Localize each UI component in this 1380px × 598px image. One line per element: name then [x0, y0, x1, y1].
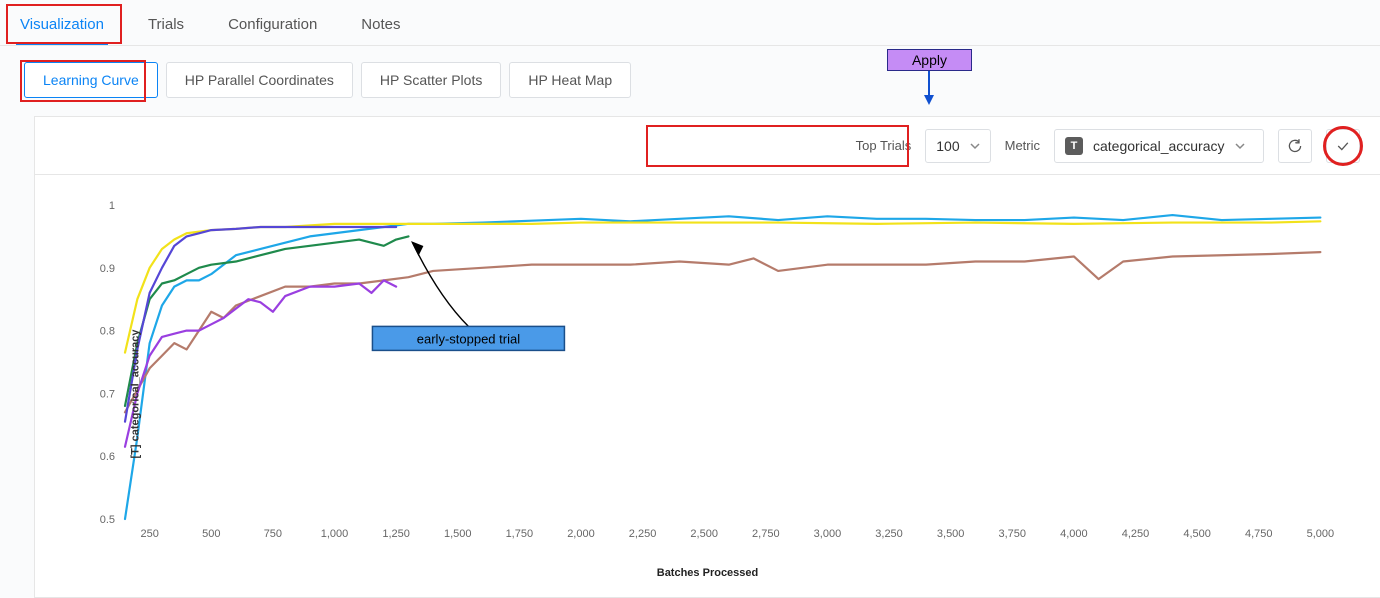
- top-trials-value: 100: [936, 138, 959, 154]
- learning-curve-chart[interactable]: 0.5 0.6 0.7 0.8 0.9 1 250 500 750 1,000 1,250 1,500…: [55, 199, 1355, 559]
- svg-text:1: 1: [109, 200, 115, 212]
- svg-text:0.7: 0.7: [100, 388, 115, 400]
- svg-text:250: 250: [140, 528, 158, 540]
- subtab-hp-scatter[interactable]: HP Scatter Plots: [361, 62, 501, 98]
- svg-text:750: 750: [264, 528, 282, 540]
- tab-configuration[interactable]: Configuration: [224, 16, 321, 45]
- svg-text:4,250: 4,250: [1122, 528, 1150, 540]
- svg-text:4,000: 4,000: [1060, 528, 1088, 540]
- check-icon: [1335, 138, 1351, 154]
- svg-text:3,250: 3,250: [875, 528, 903, 540]
- chart-toolbar: Apply Top Trials 100 Metric T categorica…: [35, 117, 1380, 175]
- x-axis-title: Batches Processed: [55, 567, 1360, 579]
- chevron-down-icon: [970, 141, 980, 151]
- svg-text:early-stopped trial: early-stopped trial: [417, 331, 520, 346]
- svg-text:2,000: 2,000: [567, 528, 595, 540]
- chart-area: [T] categorical_accuracy 0.5 0.6 0.7 0.8 0.9…: [35, 175, 1380, 597]
- svg-text:3,750: 3,750: [999, 528, 1027, 540]
- tab-notes[interactable]: Notes: [357, 16, 404, 45]
- svg-text:0.9: 0.9: [100, 263, 115, 275]
- svg-text:2,500: 2,500: [690, 528, 718, 540]
- annotation-apply-label: Apply: [887, 49, 972, 71]
- chart-panel: Apply Top Trials 100 Metric T categorica…: [34, 116, 1380, 598]
- subtab-learning-curve[interactable]: Learning Curve: [24, 62, 158, 98]
- top-trials-select[interactable]: 100: [925, 129, 990, 163]
- top-trials-label: Top Trials: [856, 138, 912, 153]
- svg-text:1,000: 1,000: [321, 528, 349, 540]
- svg-text:3,000: 3,000: [814, 528, 842, 540]
- subtab-strip: Learning Curve HP Parallel Coordinates H…: [0, 46, 1380, 98]
- svg-text:1,500: 1,500: [444, 528, 472, 540]
- svg-text:3,500: 3,500: [937, 528, 965, 540]
- tab-visualization[interactable]: Visualization: [16, 16, 108, 45]
- svg-text:0.8: 0.8: [100, 326, 115, 338]
- svg-text:4,500: 4,500: [1183, 528, 1211, 540]
- svg-text:500: 500: [202, 528, 220, 540]
- metric-select[interactable]: T categorical_accuracy: [1054, 129, 1264, 163]
- apply-button[interactable]: [1326, 129, 1360, 163]
- refresh-icon: [1287, 138, 1303, 154]
- subtab-hp-heatmap[interactable]: HP Heat Map: [509, 62, 631, 98]
- svg-text:0.5: 0.5: [100, 514, 115, 526]
- annotation-apply-arrow-icon: [922, 71, 936, 105]
- svg-text:4,750: 4,750: [1245, 528, 1273, 540]
- svg-text:1,250: 1,250: [382, 528, 410, 540]
- subtab-hp-parallel[interactable]: HP Parallel Coordinates: [166, 62, 353, 98]
- svg-text:5,000: 5,000: [1307, 528, 1335, 540]
- svg-text:2,250: 2,250: [629, 528, 657, 540]
- metric-value: categorical_accuracy: [1093, 138, 1225, 154]
- svg-text:2,750: 2,750: [752, 528, 780, 540]
- refresh-button[interactable]: [1278, 129, 1312, 163]
- annotation-apply-callout: Apply: [887, 49, 972, 105]
- metric-type-badge: T: [1065, 137, 1083, 155]
- top-tab-strip: Visualization Trials Configuration Notes: [0, 0, 1380, 46]
- svg-text:0.6: 0.6: [100, 451, 115, 463]
- y-axis-title: [T] categorical_accuracy: [130, 330, 142, 459]
- chevron-down-icon: [1235, 141, 1245, 151]
- metric-label: Metric: [1005, 138, 1040, 153]
- tab-trials[interactable]: Trials: [144, 16, 188, 45]
- svg-text:1,750: 1,750: [506, 528, 534, 540]
